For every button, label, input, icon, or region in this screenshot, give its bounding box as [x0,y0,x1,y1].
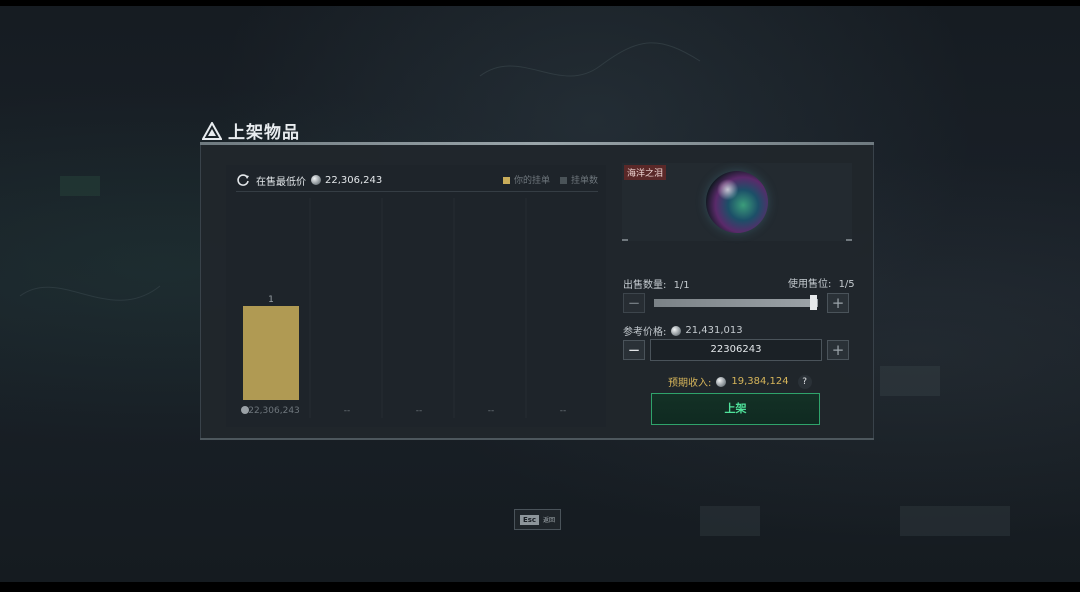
slots-row: 使用售位: 1/5 [788,275,855,290]
price-plus-button[interactable]: + [827,340,849,360]
lowest-price-label: 在售最低价 [256,176,306,188]
esc-key-icon: Esc [519,514,540,525]
chart-data-label: 1 [268,295,274,305]
list-item-button[interactable]: 上架 [651,393,820,425]
dialog-title: 上架物品 [202,118,300,143]
esc-back-button[interactable]: Esc 返回 [514,509,561,530]
coin-icon [716,376,727,387]
legend-item-mine: 你的挂单 [502,173,550,186]
quantity-plus-button[interactable]: + [827,293,849,313]
quantity-slider[interactable] [654,299,818,307]
price-minus-button[interactable]: − [623,340,645,360]
quantity-value: 1/1 [673,280,690,291]
legend-swatch-gray [559,177,567,184]
ocean-tear-orb-image [706,171,768,233]
chart-tick-label: -- [344,406,351,416]
chart-bar [243,306,299,400]
quantity-row: 出售数量: 1/1 [623,276,690,291]
legend-item-count: 挂单数 [559,173,598,186]
legend-swatch-gold [502,177,510,184]
help-icon[interactable]: ? [797,374,812,389]
warning-triangle-icon [202,121,222,140]
coin-icon [671,325,682,336]
chart-tick-label: -- [488,406,495,416]
listing-bar-chart: 1 22,306,243 -- -- -- -- [241,198,567,418]
preview-corner-right [846,239,852,241]
chart-header: 在售最低价 22,306,243 你的挂单 挂单数 [236,170,598,190]
slots-value: 1/5 [838,279,855,290]
quantity-slider-handle[interactable] [810,295,817,310]
ref-price-row: 参考价格: 21,431,013 [623,323,743,338]
lowest-price-value: 22,306,243 [325,174,383,186]
esc-back-label: 返回 [543,517,556,524]
ref-price-value: 21,431,013 [685,325,743,336]
price-input[interactable]: 22306243 [650,339,822,361]
income-value: 19,384,124 [731,376,789,387]
dialog-title-text: 上架物品 [228,123,300,143]
quantity-label: 出售数量: [623,280,667,291]
ref-price-label: 参考价格: [623,327,667,338]
chart-tick-label: 22,306,243 [248,406,300,416]
expected-income-row: 预期收入: 19,384,124 ? [668,374,812,389]
panel-bottom-border [200,438,874,440]
chart-legend: 你的挂单 挂单数 [502,173,598,186]
income-label: 预期收入: [668,378,712,389]
coin-icon [311,175,321,185]
chart-tick-label: -- [416,406,423,416]
preview-corner-left [622,239,628,241]
refresh-icon[interactable] [236,173,250,187]
item-name-tag: 海洋之泪 [624,165,667,180]
slots-label: 使用售位: [788,279,832,290]
quantity-minus-button[interactable]: − [623,293,645,313]
chart-tick-label: -- [560,406,567,416]
